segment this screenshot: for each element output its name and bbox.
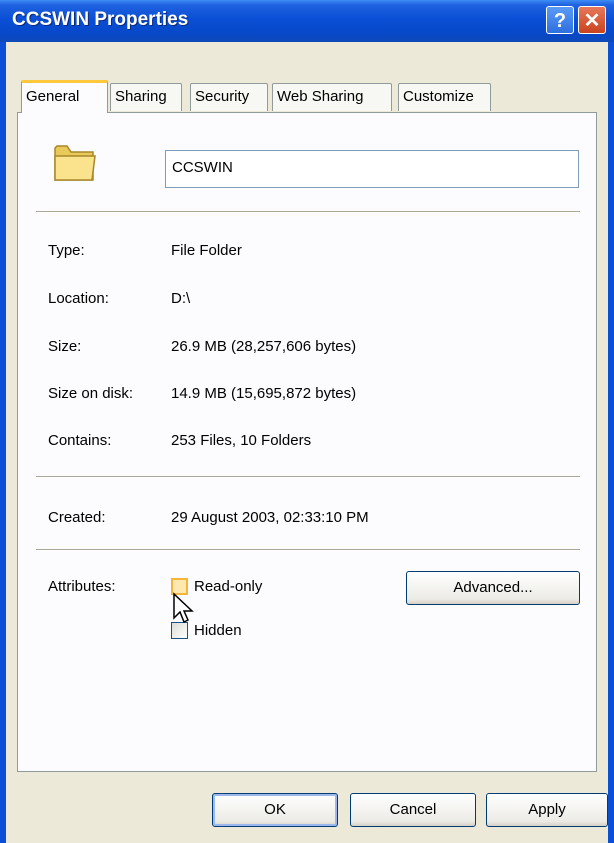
close-button[interactable]: ✕ [578, 6, 606, 34]
help-button[interactable]: ? [546, 6, 574, 34]
location-value: D:\ [171, 290, 191, 307]
title-bar[interactable]: CCSWIN Properties ? ✕ [0, 0, 614, 42]
size-value: 26.9 MB (28,257,606 bytes) [171, 338, 357, 355]
cancel-button[interactable]: Cancel [350, 793, 476, 827]
folder-name-input[interactable]: CCSWIN [165, 150, 579, 188]
contains-value: 253 Files, 10 Folders [171, 432, 312, 449]
help-icon: ? [553, 10, 567, 32]
mouse-cursor-icon [173, 592, 194, 624]
ok-button[interactable]: OK [212, 793, 338, 827]
created-value: 29 August 2003, 02:33:10 PM [171, 509, 369, 526]
read-only-label[interactable]: Read-only [194, 578, 262, 595]
apply-button[interactable]: Apply [486, 793, 608, 827]
close-icon: ✕ [583, 10, 601, 32]
type-value: File Folder [171, 242, 242, 259]
size-label: Size: [48, 338, 82, 355]
size-on-disk-label: Size on disk: [48, 385, 134, 402]
tab-web-sharing[interactable]: Web Sharing [272, 83, 392, 111]
window-frame-right [608, 42, 614, 843]
separator [36, 549, 580, 551]
window-frame-left [0, 42, 6, 843]
created-label: Created: [48, 509, 106, 526]
tab-sharing[interactable]: Sharing [110, 83, 182, 111]
separator [36, 476, 580, 478]
advanced-button[interactable]: Advanced... [406, 571, 580, 605]
folder-icon [54, 145, 96, 181]
contains-label: Contains: [48, 432, 112, 449]
window-title: CCSWIN Properties [12, 9, 189, 30]
type-label: Type: [48, 242, 85, 259]
tab-general[interactable]: General [21, 80, 108, 113]
separator [36, 211, 580, 213]
attributes-label: Attributes: [48, 578, 116, 595]
hidden-label[interactable]: Hidden [194, 622, 242, 639]
size-on-disk-value: 14.9 MB (15,695,872 bytes) [171, 385, 357, 402]
tab-security[interactable]: Security [190, 83, 268, 111]
tab-customize[interactable]: Customize [398, 83, 491, 111]
location-label: Location: [48, 290, 109, 307]
